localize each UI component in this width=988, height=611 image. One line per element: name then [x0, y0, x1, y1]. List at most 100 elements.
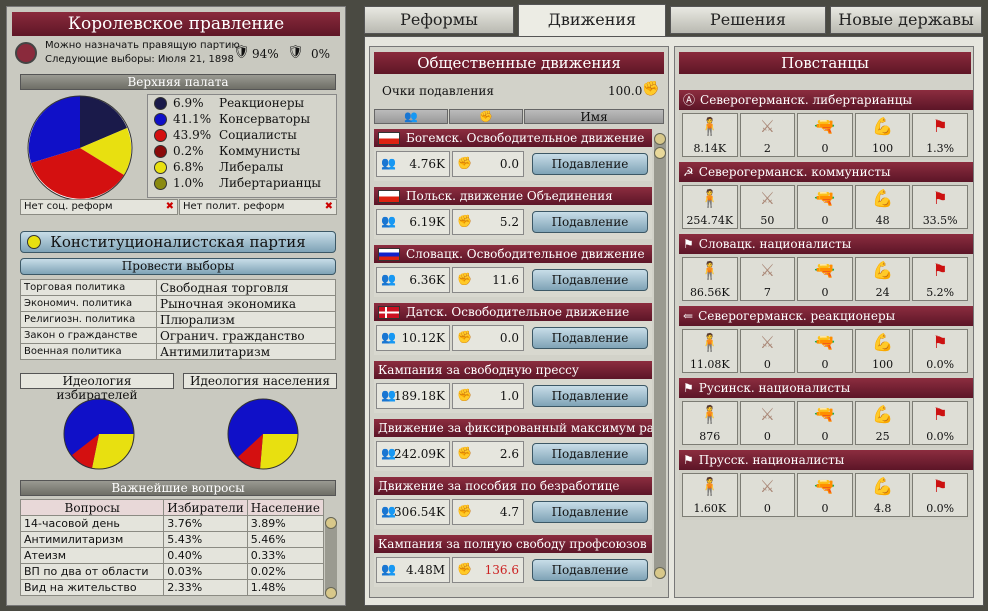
issues-scrollbar[interactable]	[325, 517, 337, 599]
rebel-stat-cell: ⚑ 1.3%	[912, 113, 968, 157]
rebel-stat-cell: ⚔ 50	[739, 185, 796, 229]
strength-icon: 💪	[871, 261, 894, 281]
issues-header: Вопросы Избиратели Население	[19, 499, 325, 516]
rebel-stat-cell: 🧍 254.74K	[682, 185, 738, 229]
col-radical[interactable]: ✊	[449, 109, 523, 124]
policy-key: Военная политика	[20, 343, 157, 360]
rebel-stat: 1.3%	[926, 142, 955, 155]
issues-col-header[interactable]: Вопросы	[19, 499, 165, 516]
movement-radical-cell: ✊ 4.7	[452, 499, 524, 525]
rebel-type-icon: ⚑	[683, 381, 694, 395]
fist-icon: ✊	[457, 272, 472, 286]
rebel-stat: 1.60K	[693, 502, 727, 515]
suppress-button[interactable]: Подавление	[532, 501, 648, 523]
rebel-title: ⚑ Прусск. националисты	[679, 450, 973, 470]
suppress-button[interactable]: Подавление	[532, 443, 648, 465]
movement-radical-cell: ✊ 5.2	[452, 209, 524, 235]
policy-row: Религиозн. политика Плюрализм	[20, 311, 336, 328]
rifle-icon: 🔫	[814, 261, 836, 281]
party-pct: 43.9%	[173, 128, 212, 142]
movement-size-cell: 👥 6.19K	[376, 209, 450, 235]
movement-size: 4.76K	[409, 157, 445, 171]
party-pct: 6.9%	[173, 96, 204, 110]
issues-col-header[interactable]: Население	[246, 499, 325, 516]
issues-col-header[interactable]: Избиратели	[163, 499, 248, 516]
close-icon[interactable]: ✖	[325, 200, 333, 214]
flag-icon: ⚑	[932, 333, 948, 353]
suppress-button[interactable]: Подавление	[532, 327, 648, 349]
movements-scrollbar[interactable]	[654, 133, 666, 579]
policy-value: Рыночная экономика	[156, 295, 336, 312]
rebel-stat-cell: 🔫 0	[797, 257, 853, 301]
issue-cell: Атеизм	[19, 547, 165, 564]
movement-item: Движение за фиксированный максимум рабо …	[374, 419, 652, 477]
policy-value: Антимилитаризм	[156, 343, 336, 360]
movement-radical: 136.6	[484, 563, 519, 577]
party-pct: 0.2%	[173, 144, 204, 158]
rebel-stat: 0	[821, 358, 829, 371]
rifle-icon: 🔫	[814, 117, 836, 137]
suppress-button[interactable]: Подавление	[532, 269, 648, 291]
suppress-button[interactable]: Подавление	[532, 385, 648, 407]
tab-decisions[interactable]: Решения	[670, 6, 826, 34]
movements-list: Богемск. Освободительное движение 👥 4.76…	[370, 129, 656, 593]
rebel-stat-cell: 💪 48	[854, 185, 911, 229]
rebel-name: Словацк. националисты	[698, 237, 852, 251]
suppress-button[interactable]: Подавление	[532, 559, 648, 581]
movement-item: Словацк. Освободительное движение 👥 6.36…	[374, 245, 652, 303]
flag-icon	[378, 190, 400, 203]
rebel-item: ☭ Северогерманск. коммунисты 🧍 254.74K ⚔ 50 🔫 0…	[679, 162, 973, 234]
suppress-button[interactable]: Подавление	[532, 211, 648, 233]
scroll-down-icon[interactable]	[654, 567, 666, 579]
movement-radical: 2.6	[499, 447, 519, 461]
rebel-stat-cell: 🧍 8.14K	[682, 113, 738, 157]
flag-icon	[378, 248, 400, 261]
issue-cell: 0.40%	[163, 547, 248, 564]
rebel-stat-cell: ⚑ 0.0%	[912, 401, 968, 445]
movement-size-cell: 👥 189.18K	[376, 383, 450, 409]
movement-name: Богемск. Освободительное движение	[406, 131, 645, 145]
rebel-stat: 7	[763, 286, 771, 299]
rebel-stat: 100	[872, 358, 894, 371]
tab-movements[interactable]: Движения	[518, 4, 666, 36]
close-icon[interactable]: ✖	[166, 200, 174, 214]
movement-radical: 5.2	[499, 215, 519, 229]
ruling-party-button[interactable]: Конституционалистская партия	[20, 231, 336, 253]
rifle-icon: 🔫	[814, 333, 836, 353]
scroll-up-icon[interactable]	[654, 133, 666, 145]
rebel-stat-cell: 🔫 0	[797, 185, 853, 229]
rebel-stat: 25	[875, 430, 890, 443]
issue-cell: 3.76%	[163, 515, 248, 532]
col-size[interactable]: 👥	[374, 109, 448, 124]
rebel-title: ⇐ Северогерманск. реакционеры	[679, 306, 973, 326]
movement-size-cell: 👥 10.12K	[376, 325, 450, 351]
pop-icon: 🧍	[699, 261, 721, 281]
rebel-stat-cell: 🧍 1.60K	[682, 473, 738, 517]
tab-new-powers[interactable]: Новые державы	[830, 6, 982, 34]
col-name[interactable]: Имя	[524, 109, 664, 124]
strength-icon: 💪	[871, 477, 894, 497]
movement-name: Датск. Освободительное движение	[406, 305, 630, 319]
policy-row: Экономич. политика Рыночная экономика	[20, 295, 336, 312]
suppress-button[interactable]: Подавление	[532, 153, 648, 175]
policy-key: Экономич. политика	[20, 295, 157, 312]
scroll-down-icon[interactable]	[325, 587, 337, 599]
issue-cell: Антимилитаризм	[19, 531, 165, 548]
rebel-stat: 0.0%	[926, 358, 955, 371]
scroll-up-icon[interactable]	[325, 517, 337, 529]
movement-radical: 0.0	[499, 157, 519, 171]
party-name: Реакционеры	[219, 96, 305, 110]
rebel-item: ⚑ Словацк. националисты 🧍 86.56K ⚔ 7 🔫 0 💪 24 ⚑ 5.2…	[679, 234, 973, 306]
hold-elections-button[interactable]: Провести выборы	[20, 258, 336, 275]
movement-title: Датск. Освободительное движение	[374, 303, 652, 321]
scroll-thumb[interactable]	[654, 147, 666, 159]
rebel-type-icon: ⚑	[683, 453, 694, 467]
party-name: Консерваторы	[219, 112, 311, 126]
issue-cell: 0.02%	[246, 563, 325, 580]
rebel-name: Северогерманск. коммунисты	[698, 165, 891, 179]
tab-reforms[interactable]: Реформы	[364, 6, 514, 34]
rebel-type-icon: ☭	[683, 165, 694, 179]
party-pct: 1.0%	[173, 176, 204, 190]
policy-key: Религиозн. политика	[20, 311, 157, 328]
suppression-label: Очки подавления	[382, 84, 494, 98]
